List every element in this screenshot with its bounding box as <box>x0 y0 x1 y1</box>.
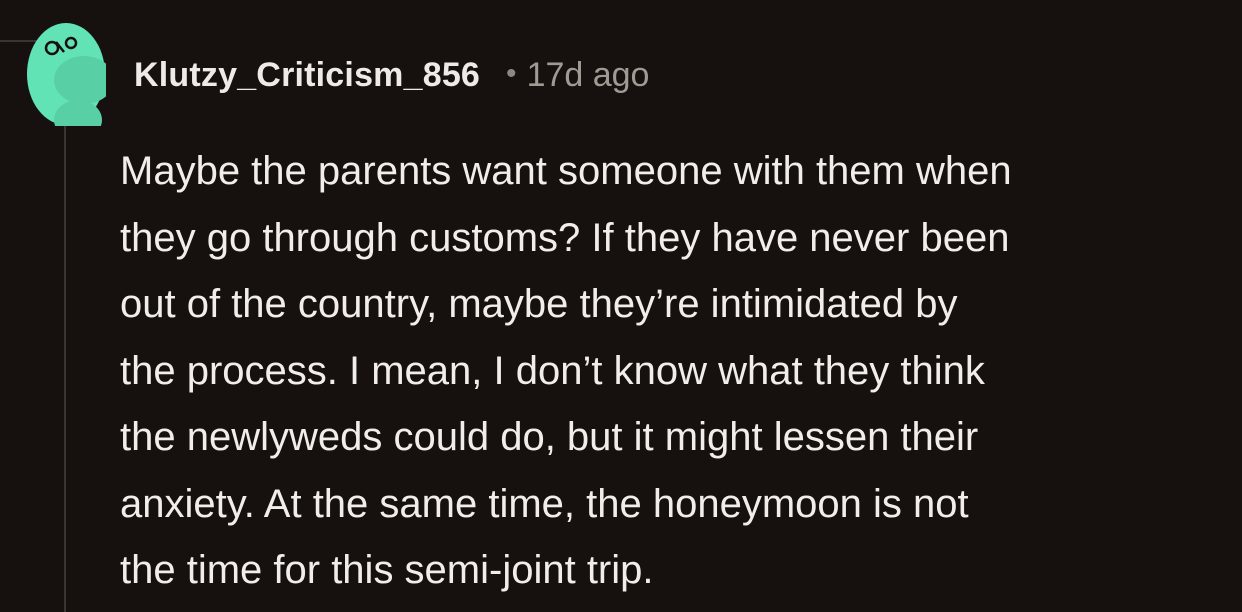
snoo-avatar-icon <box>27 23 114 140</box>
comment-line: the time for this semi-joint trip. <box>120 548 654 592</box>
username-link[interactable]: Klutzy_Criticism_856 <box>134 56 480 95</box>
comment-line: anxiety. At the same time, the honeymoon… <box>120 481 969 526</box>
comment-body: Maybe the parents want someone with them… <box>120 138 1220 604</box>
timestamp[interactable]: 17d ago <box>527 56 650 95</box>
comment-header: Klutzy_Criticism_856 • 17d ago <box>134 50 649 100</box>
thread-line[interactable] <box>64 126 66 612</box>
comment-line: they go through customs? If they have ne… <box>120 215 1010 260</box>
avatar[interactable] <box>26 22 114 140</box>
separator-dot: • <box>506 57 517 90</box>
comment-line: the process. I mean, I don’t know what t… <box>120 348 985 393</box>
comment-text: Maybe the parents want someone with them… <box>120 138 1220 604</box>
comment-line: out of the country, maybe they’re intimi… <box>120 282 958 326</box>
comment-line: Maybe the parents want someone with them… <box>120 149 1012 193</box>
comment-line: the newlyweds could do, but it might les… <box>120 415 979 459</box>
